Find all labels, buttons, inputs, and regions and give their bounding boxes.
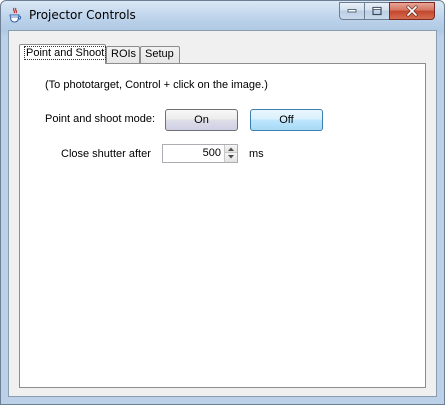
spinner-decrement-button[interactable] xyxy=(224,153,237,162)
minimize-icon xyxy=(347,9,357,13)
point-and-shoot-mode-label: Point and shoot mode: xyxy=(45,113,156,125)
tab-rois[interactable]: ROIs xyxy=(106,46,140,63)
point-and-shoot-panel: (To phototarget, Control + click on the … xyxy=(19,63,426,388)
off-button[interactable]: Off xyxy=(250,109,323,131)
window-title: Projector Controls xyxy=(29,8,136,22)
phototarget-hint: (To phototarget, Control + click on the … xyxy=(45,79,268,91)
minimize-button[interactable] xyxy=(339,2,365,20)
close-button[interactable] xyxy=(389,2,435,20)
maximize-icon xyxy=(372,6,382,16)
tab-point-and-shoot[interactable]: Point and Shoot xyxy=(19,44,107,64)
tab-label: Point and Shoot xyxy=(24,46,107,60)
spinner-increment-button[interactable] xyxy=(224,145,237,153)
close-shutter-label: Close shutter after xyxy=(61,148,151,160)
chevron-down-icon xyxy=(228,155,234,159)
maximize-button[interactable] xyxy=(364,2,390,20)
window-client-area: Point and Shoot ROIs Setup (To phototarg… xyxy=(8,30,437,397)
shutter-unit-label: ms xyxy=(249,148,264,160)
java-coffee-cup-icon[interactable] xyxy=(8,7,22,23)
tab-label: Setup xyxy=(145,48,174,60)
title-bar[interactable]: Projector Controls xyxy=(1,1,444,30)
chevron-up-icon xyxy=(228,147,234,151)
shutter-time-value[interactable]: 500 xyxy=(203,147,221,159)
close-icon xyxy=(406,5,418,17)
projector-controls-window: Projector Controls Point and Shoot ROIs … xyxy=(0,0,445,405)
tab-label: ROIs xyxy=(111,48,137,60)
tab-setup[interactable]: Setup xyxy=(140,46,180,63)
on-button[interactable]: On xyxy=(165,109,238,131)
shutter-time-spinner[interactable]: 500 xyxy=(162,144,238,163)
